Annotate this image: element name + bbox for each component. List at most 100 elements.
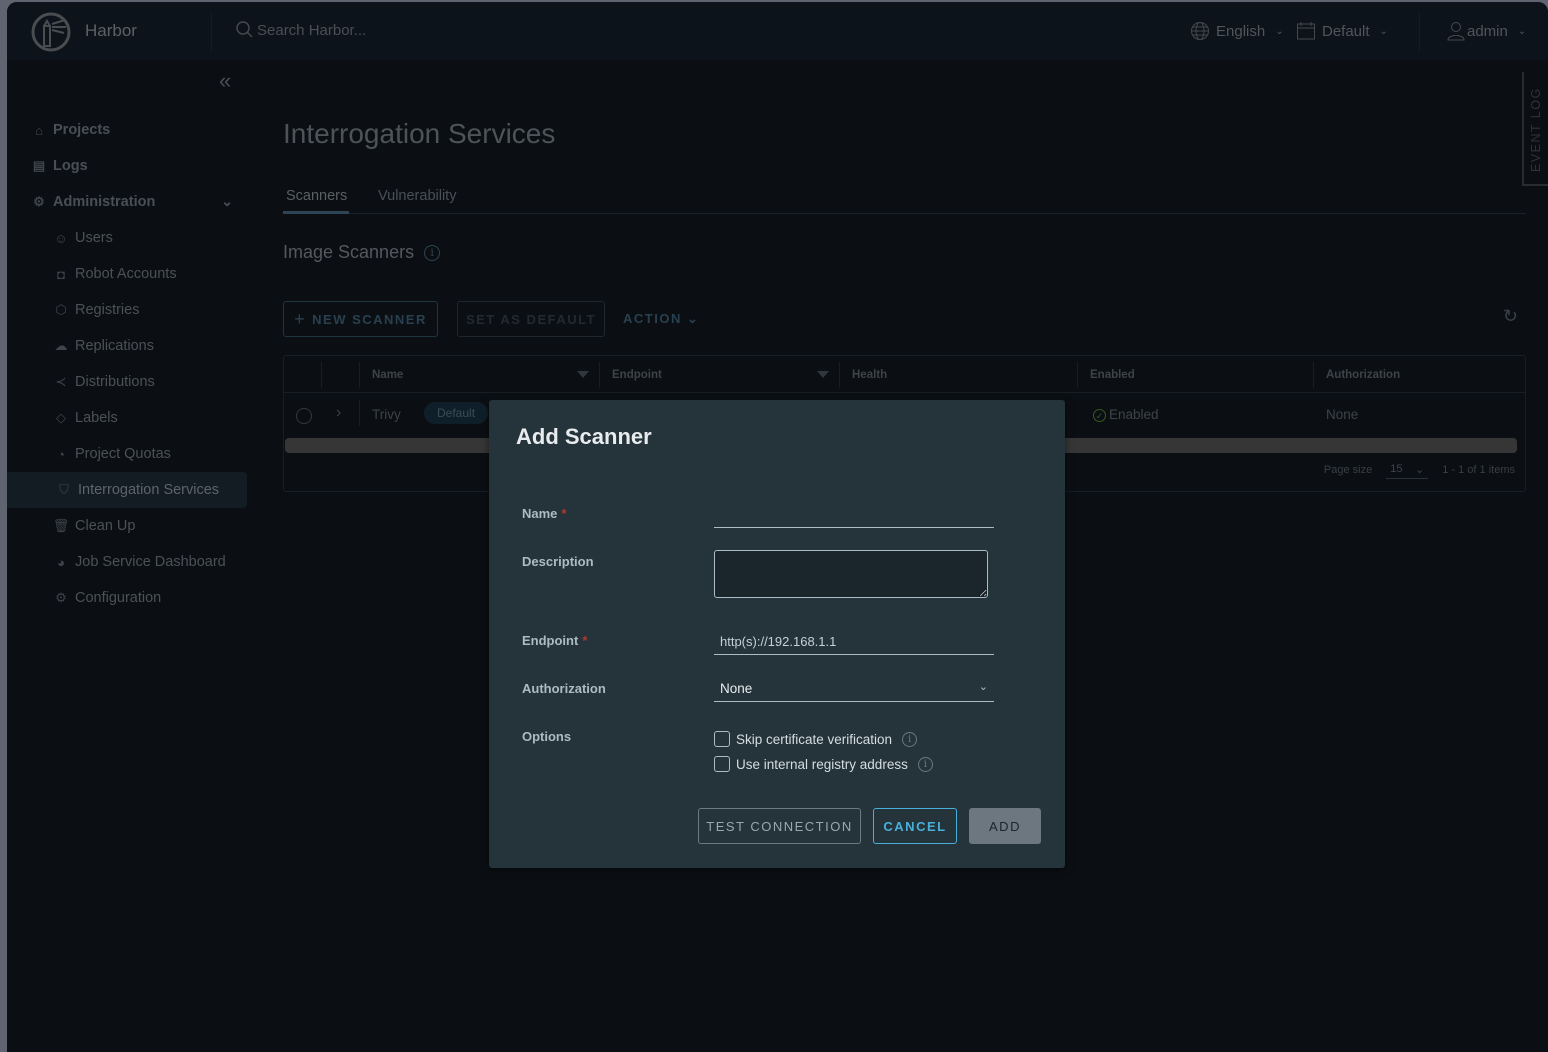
required-mark: *	[582, 633, 588, 648]
user-name: admin	[1467, 22, 1508, 40]
new-scanner-button[interactable]: + NEW SCANNER	[283, 301, 438, 337]
search-box[interactable]: Search Harbor...	[235, 20, 366, 40]
internal-registry-checkbox[interactable]	[714, 756, 730, 772]
sidebar-item-distributions[interactable]: ≺ Distributions	[7, 364, 247, 400]
filter-icon[interactable]	[577, 371, 589, 378]
tab-bar: Scanners Vulnerability	[283, 180, 1526, 214]
sidebar-item-configuration[interactable]: ⚙ Configuration	[7, 580, 247, 616]
column-separator	[359, 362, 360, 388]
tag-icon: ◇	[56, 410, 66, 425]
authorization-label: Authorization	[522, 681, 606, 696]
sidebar-item-users[interactable]: ☺ Users	[7, 220, 247, 256]
collapse-sidebar-icon[interactable]: «	[219, 68, 231, 94]
column-header-health[interactable]: Health	[852, 369, 887, 381]
user-menu[interactable]: admin ⌄	[1447, 21, 1526, 41]
scanner-name: Trivy	[372, 407, 401, 422]
header-divider	[1419, 12, 1420, 52]
cancel-button[interactable]: CANCEL	[873, 808, 957, 844]
language-selector[interactable]: English ⌄	[1190, 21, 1284, 41]
set-default-button[interactable]: SET AS DEFAULT	[457, 301, 605, 337]
column-header-authorization[interactable]: Authorization	[1326, 369, 1400, 381]
row-select-radio[interactable]	[296, 408, 312, 424]
endpoint-label: Endpoint *	[522, 633, 587, 648]
add-button[interactable]: ADD	[969, 808, 1041, 844]
description-textarea[interactable]	[714, 550, 988, 598]
theme-label: Default	[1322, 22, 1370, 40]
sidebar-item-label: Projects	[53, 122, 111, 138]
sidebar-item-label: Robot Accounts	[75, 266, 177, 282]
registry-icon: ⬡	[55, 302, 67, 317]
sidebar-item-labels[interactable]: ◇ Labels	[7, 400, 247, 436]
sidebar-item-label: Configuration	[75, 590, 162, 606]
event-log-tab[interactable]: EVENT LOG	[1522, 72, 1548, 186]
sidebar-item-interrogation-services[interactable]: ⛉ Interrogation Services	[7, 472, 247, 508]
column-separator	[599, 362, 600, 388]
users-icon: ☺	[54, 230, 68, 246]
page-size-label: Page size	[1323, 464, 1373, 476]
name-label: Name *	[522, 506, 566, 521]
chevron-right-icon[interactable]: ›	[336, 404, 341, 422]
column-header-endpoint[interactable]: Endpoint	[612, 369, 662, 381]
column-separator	[1077, 362, 1078, 388]
projects-icon: ⌂	[35, 122, 43, 138]
brand-name[interactable]: Harbor	[85, 21, 137, 41]
chevron-down-icon: ⌄	[221, 193, 233, 209]
authorization-selected: None	[720, 681, 753, 696]
quota-icon: ◔	[57, 446, 65, 462]
enabled-status: ✓ Enabled	[1093, 407, 1159, 422]
filter-icon[interactable]	[817, 371, 829, 378]
tab-scanners[interactable]: Scanners	[286, 188, 347, 204]
sidebar-item-label: Interrogation Services	[78, 482, 220, 498]
chevron-down-icon: ⌄	[1517, 25, 1527, 37]
header-divider	[211, 12, 212, 52]
page-title: Interrogation Services	[283, 118, 556, 149]
section-title: Image Scanners i	[283, 242, 441, 263]
sidebar-item-robot-accounts[interactable]: ◘ Robot Accounts	[7, 256, 247, 292]
sidebar-item-administration[interactable]: ⚙ Administration ⌄	[7, 184, 247, 220]
sidebar-item-projects[interactable]: ⌂ Projects	[7, 112, 247, 148]
theme-selector[interactable]: Default ⌄	[1296, 21, 1388, 41]
test-connection-button[interactable]: TEST CONNECTION	[698, 808, 861, 844]
internal-registry-label[interactable]: Use internal registry address	[736, 757, 908, 772]
action-label: ACTION	[623, 311, 682, 326]
page-size-value: 15	[1390, 463, 1403, 475]
sidebar-item-job-service-dashboard[interactable]: ◕ Job Service Dashboard	[7, 544, 247, 580]
tab-vulnerability[interactable]: Vulnerability	[378, 188, 456, 204]
logs-icon: ▤	[32, 158, 46, 173]
sidebar-item-clean-up[interactable]: 🗑 Clean Up	[7, 508, 247, 544]
column-header-enabled[interactable]: Enabled	[1090, 369, 1135, 381]
info-icon[interactable]: i	[902, 731, 918, 747]
endpoint-label-text: Endpoint	[522, 633, 579, 648]
new-scanner-label: NEW SCANNER	[312, 311, 427, 327]
language-label: English	[1216, 22, 1266, 40]
sidebar-item-replications[interactable]: ☁ Replications	[7, 328, 247, 364]
harbor-logo-icon[interactable]	[31, 12, 71, 52]
pagination-text: 1 - 1 of 1 items	[1442, 464, 1515, 476]
info-icon[interactable]: i	[424, 244, 441, 261]
chevron-down-icon: ⌄	[1415, 464, 1425, 476]
description-label: Description	[522, 554, 594, 569]
sidebar-item-project-quotas[interactable]: ◔ Project Quotas	[7, 436, 247, 472]
endpoint-input[interactable]	[714, 629, 994, 655]
sidebar-item-label: Labels	[75, 410, 118, 426]
action-dropdown[interactable]: ACTION ⌄	[623, 311, 699, 327]
sidebar-item-logs[interactable]: ▤ Logs	[7, 148, 247, 184]
sidebar-item-label: Project Quotas	[75, 446, 171, 462]
name-input[interactable]	[714, 502, 994, 528]
sidebar-item-label: Clean Up	[75, 518, 136, 534]
internal-registry-option: Use internal registry address i	[714, 756, 933, 772]
skip-cert-checkbox[interactable]	[714, 731, 730, 747]
refresh-icon[interactable]: ↻	[1503, 306, 1518, 327]
shield-icon: ⛉	[59, 482, 69, 497]
page-size-select[interactable]: 15 ⌄	[1386, 461, 1429, 479]
authorization-select[interactable]: None ⌄	[714, 678, 994, 702]
sidebar-item-registries[interactable]: ⬡ Registries	[7, 292, 247, 328]
skip-cert-label[interactable]: Skip certificate verification	[736, 732, 892, 747]
table-header: Name Endpoint Health Enabled Authorizati…	[284, 356, 1525, 393]
required-mark: *	[561, 506, 567, 521]
column-separator	[359, 400, 360, 426]
event-log-label: EVENT LOG	[1529, 87, 1543, 172]
column-header-name[interactable]: Name	[372, 369, 403, 381]
info-icon[interactable]: i	[917, 756, 933, 772]
column-separator	[839, 362, 840, 388]
